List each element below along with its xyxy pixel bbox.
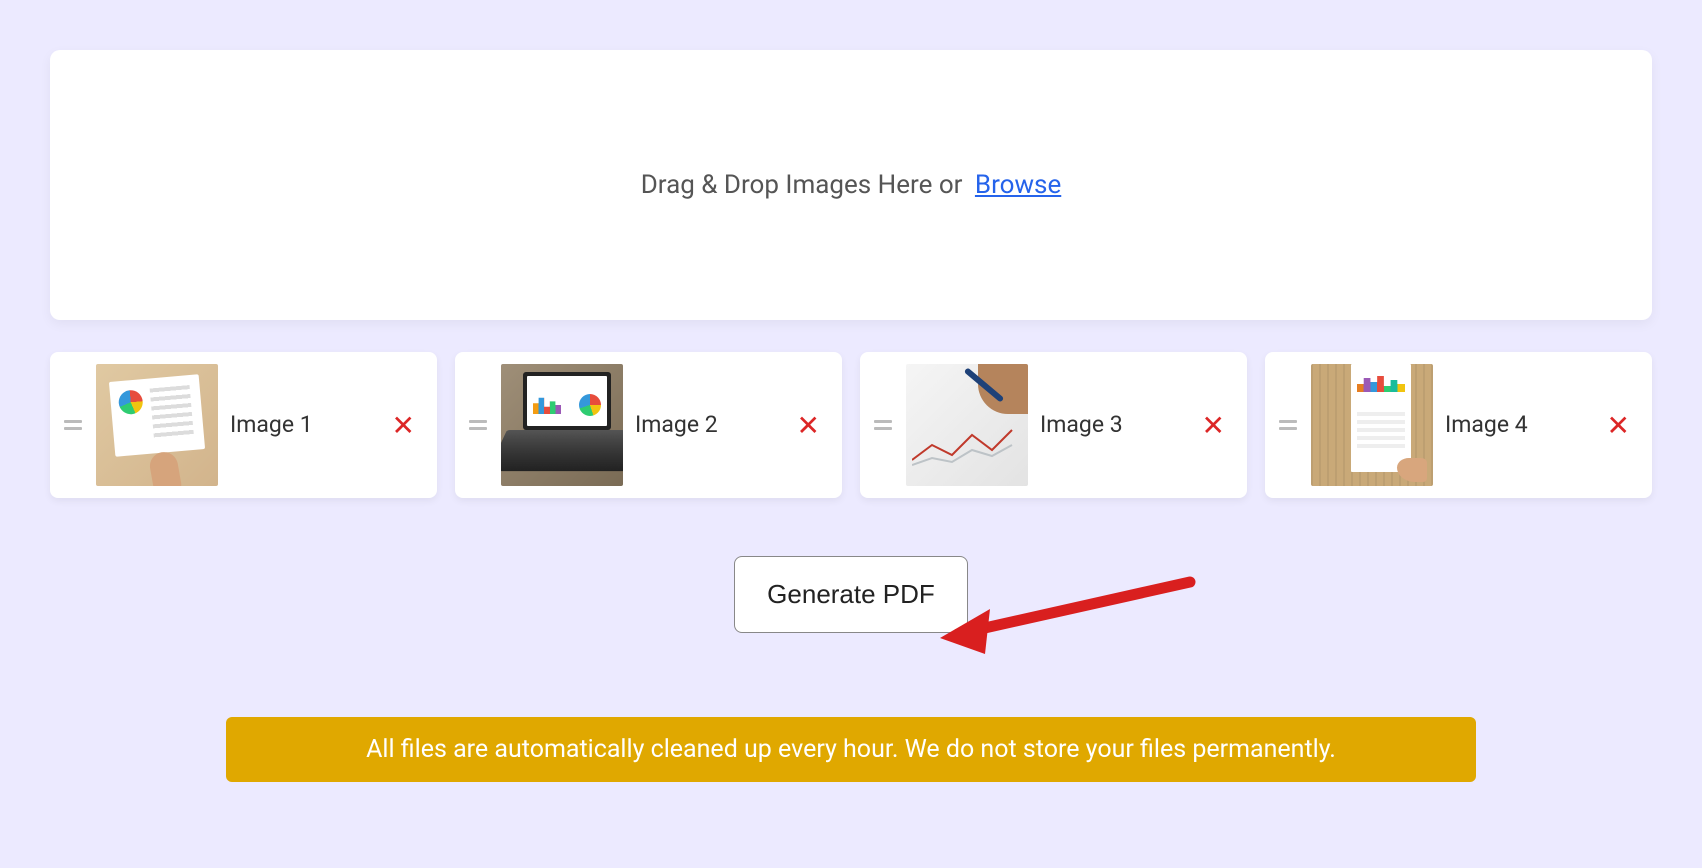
- image-card: Image 4 ✕: [1265, 352, 1652, 498]
- close-icon: ✕: [1607, 410, 1630, 441]
- remove-button[interactable]: ✕: [789, 403, 828, 448]
- cleanup-notice: All files are automatically cleaned up e…: [226, 717, 1476, 782]
- remove-button[interactable]: ✕: [1194, 403, 1233, 448]
- browse-link[interactable]: Browse: [975, 170, 1061, 200]
- image-thumbnail: [906, 364, 1028, 486]
- image-label: Image 3: [1040, 410, 1194, 440]
- image-thumbnail: [501, 364, 623, 486]
- remove-button[interactable]: ✕: [384, 403, 423, 448]
- dropzone[interactable]: Drag & Drop Images Here or Browse: [50, 50, 1652, 320]
- close-icon: ✕: [1202, 410, 1225, 441]
- dropzone-label: Drag & Drop Images Here or: [641, 170, 963, 200]
- image-thumbnail: [96, 364, 218, 486]
- close-icon: ✕: [797, 410, 820, 441]
- drag-handle-icon[interactable]: [469, 420, 487, 430]
- drag-handle-icon[interactable]: [874, 420, 892, 430]
- dropzone-text: Drag & Drop Images Here or Browse: [641, 170, 1062, 200]
- image-label: Image 4: [1445, 410, 1599, 440]
- image-label: Image 2: [635, 410, 789, 440]
- image-card: Image 3 ✕: [860, 352, 1247, 498]
- close-icon: ✕: [392, 410, 415, 441]
- remove-button[interactable]: ✕: [1599, 403, 1638, 448]
- image-thumbnail: [1311, 364, 1433, 486]
- image-label: Image 1: [230, 410, 384, 440]
- image-card: Image 1 ✕: [50, 352, 437, 498]
- drag-handle-icon[interactable]: [64, 420, 82, 430]
- images-row: Image 1 ✕ Image 2 ✕ Image 3 ✕ Image 4 ✕: [50, 352, 1652, 498]
- image-card: Image 2 ✕: [455, 352, 842, 498]
- arrow-annotation-icon: [940, 576, 1200, 666]
- drag-handle-icon[interactable]: [1279, 420, 1297, 430]
- generate-pdf-button[interactable]: Generate PDF: [734, 556, 968, 633]
